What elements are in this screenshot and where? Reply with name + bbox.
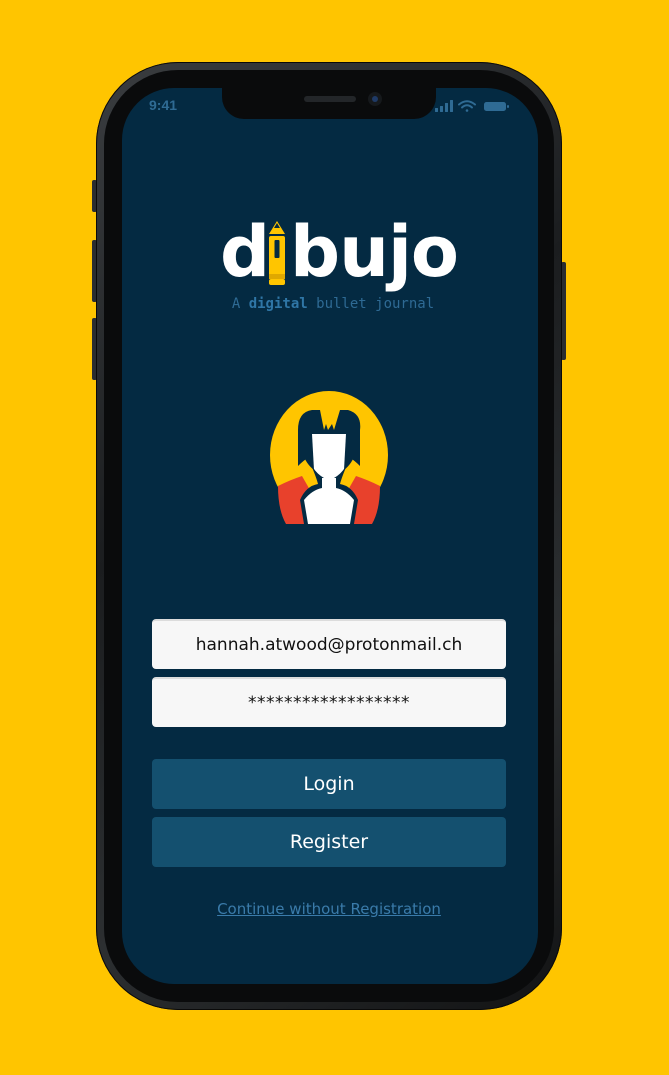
notch bbox=[222, 87, 436, 119]
login-button[interactable]: Login bbox=[152, 759, 506, 809]
logo-prefix: d bbox=[220, 211, 270, 293]
status-icons bbox=[435, 98, 510, 112]
wifi-icon bbox=[458, 100, 476, 112]
app-logo: d bujo bbox=[218, 211, 459, 293]
logo-suffix: bujo bbox=[290, 211, 459, 293]
tagline-before: A bbox=[231, 296, 249, 312]
tagline-emphasis: digital bbox=[248, 296, 308, 312]
avatar-icon bbox=[268, 390, 390, 524]
password-field[interactable]: ****************** bbox=[152, 677, 506, 727]
pencil-icon bbox=[266, 218, 288, 286]
cellular-signal-icon bbox=[435, 100, 453, 112]
tagline-after: bullet journal bbox=[307, 296, 435, 312]
continue-without-registration-link[interactable]: Continue without Registration bbox=[152, 900, 506, 918]
battery-icon bbox=[484, 102, 509, 111]
register-button[interactable]: Register bbox=[152, 817, 506, 867]
email-field[interactable]: hannah.atwood@protonmail.ch bbox=[152, 619, 506, 669]
speaker bbox=[304, 96, 356, 102]
tagline: A digital bullet journal bbox=[226, 296, 440, 312]
status-time: 9:41 bbox=[149, 97, 178, 113]
front-camera bbox=[368, 92, 382, 106]
